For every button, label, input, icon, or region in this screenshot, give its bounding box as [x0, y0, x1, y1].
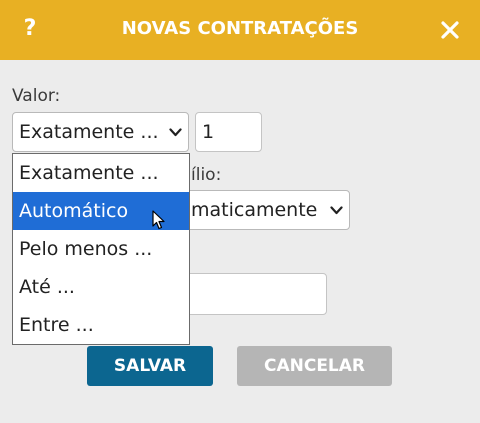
dropdown-option-automatico[interactable]: Automático [13, 192, 189, 230]
valor-mode-select[interactable]: Exatamente ... [12, 112, 189, 152]
auxilio-label: ílio: [191, 165, 222, 185]
mouse-pointer-icon [152, 210, 165, 230]
valor-mode-dropdown: Exatamente ... Automático Pelo menos ...… [12, 153, 190, 345]
new-hires-dialog: ? NOVAS CONTRATAÇÕES Valor: Exatamente .… [0, 0, 480, 423]
auxilio-mode-value: maticamente [191, 199, 318, 221]
save-button[interactable]: SALVAR [87, 346, 213, 386]
dropdown-option-pelo-menos[interactable]: Pelo menos ... [13, 230, 189, 268]
valor-amount-input[interactable]: 1 [195, 112, 262, 152]
valor-amount-value: 1 [202, 121, 215, 143]
dialog-title: NOVAS CONTRATAÇÕES [121, 18, 359, 39]
chevron-down-icon [169, 128, 182, 137]
dropdown-option-ate[interactable]: Até ... [13, 268, 189, 306]
close-icon[interactable] [437, 17, 463, 43]
dropdown-option-exatamente[interactable]: Exatamente ... [13, 154, 189, 192]
close-x-glyph [441, 21, 459, 39]
cancel-button[interactable]: CANCELAR [237, 346, 392, 386]
dropdown-option-entre[interactable]: Entre ... [13, 306, 189, 344]
dialog-titlebar: ? NOVAS CONTRATAÇÕES [0, 0, 480, 60]
help-icon[interactable]: ? [20, 14, 40, 44]
chevron-down-icon [330, 206, 343, 215]
valor-label: Valor: [12, 86, 61, 106]
valor-mode-value: Exatamente ... [19, 121, 159, 143]
dropdown-option-label: Automático [19, 200, 129, 222]
